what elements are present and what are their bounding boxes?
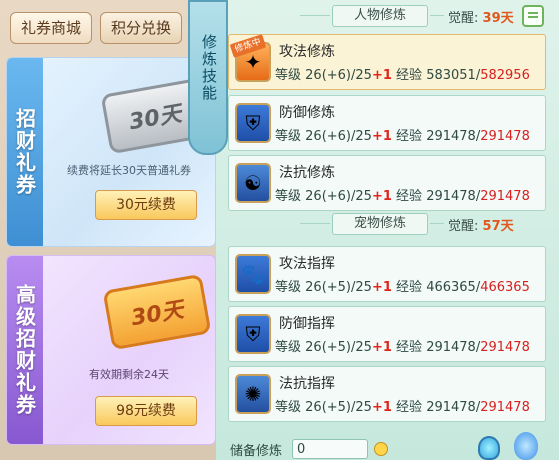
skill-stats: 等级 26(+6)/25+1 经验 583051/582956 (275, 68, 530, 83)
exp-max: 582956 (480, 68, 530, 83)
paw-claw-icon: 🐾 (235, 254, 271, 294)
skill-row[interactable]: 🐾 攻法指挥 等级 26(+5)/25+1 经验 466365/466365 (228, 246, 546, 302)
skill-row[interactable]: ⛨ 防御修炼 等级 26(+6)/25+1 经验 291478/291478 (228, 95, 546, 151)
exp-max: 291478 (480, 340, 530, 355)
exp-label: 经验 (396, 280, 423, 295)
skill-name: 防御指挥 (279, 316, 335, 332)
exp-max: 291478 (480, 400, 530, 415)
level-label: 等级 (275, 68, 302, 83)
reserve-input[interactable] (292, 439, 368, 459)
exp-max: 291478 (480, 129, 530, 144)
reserve-label: 储备修炼 (230, 444, 283, 459)
skill-name: 防御修炼 (279, 105, 335, 121)
voucher-card-basic: 招财礼券 30天 续费将延长30天普通礼券 30元续费 (6, 57, 216, 247)
section-title: 人物修炼 (332, 5, 428, 27)
awaken-value: 39天 (482, 11, 514, 26)
flame-icon[interactable] (514, 432, 538, 460)
divider (430, 15, 444, 16)
level-label: 等级 (275, 129, 302, 144)
exp-current: 291478 (426, 189, 476, 204)
shield-icon: ⛨ (235, 103, 271, 143)
exp-max: 291478 (480, 189, 530, 204)
awaken-label: 觉醒: (448, 219, 479, 234)
skill-name: 法抗指挥 (279, 376, 335, 392)
skill-row[interactable]: ☯ 法抗修炼 等级 26(+6)/25+1 经验 291478/291478 (228, 155, 546, 211)
level-value: 26(+5)/25 (305, 340, 372, 355)
awaken-status: 觉醒: 57天 (448, 215, 514, 234)
skill-name: 法抗修炼 (279, 165, 335, 181)
level-bonus: +1 (371, 340, 392, 355)
exp-current: 583051 (426, 68, 476, 83)
level-label: 等级 (275, 280, 302, 295)
level-label: 等级 (275, 340, 302, 355)
skill-name: 攻法修炼 (279, 44, 335, 60)
level-value: 26(+6)/25 (305, 189, 372, 204)
skill-stats: 等级 26(+6)/25+1 经验 291478/291478 (275, 129, 530, 144)
skill-name: 攻法指挥 (279, 256, 335, 272)
paw-magic-icon: ✺ (235, 374, 271, 414)
level-bonus: +1 (371, 129, 392, 144)
skill-stats: 等级 26(+6)/25+1 经验 291478/291478 (275, 189, 530, 204)
skill-row[interactable]: ✺ 法抗指挥 等级 26(+5)/25+1 经验 291478/291478 (228, 366, 546, 422)
awaken-label: 觉醒: (448, 11, 479, 26)
divider (300, 223, 330, 224)
paw-shield-icon: ⛨ (235, 314, 271, 354)
exp-label: 经验 (396, 189, 423, 204)
exp-label: 经验 (396, 68, 423, 83)
notebook-icon[interactable] (522, 5, 544, 27)
exp-label: 经验 (396, 129, 423, 144)
tab-points-exchange[interactable]: 积分兑换 (100, 12, 183, 44)
card-ribbon: 高级招财礼券 (7, 256, 43, 444)
card-description: 有效期剩余24天 (89, 368, 169, 381)
renew-98-button[interactable]: 98元续费 (95, 396, 197, 426)
exp-current: 291478 (426, 129, 476, 144)
voucher-card-premium: 高级招财礼券 30天 有效期剩余24天 98元续费 (6, 255, 216, 445)
level-value: 26(+6)/25 (305, 129, 372, 144)
shop-tabs: 礼券商城 积分兑换 (10, 12, 183, 44)
divider (430, 223, 444, 224)
card-ribbon: 招财礼券 (7, 58, 43, 246)
exp-current: 291478 (426, 340, 476, 355)
character-section-header: 人物修炼 觉醒: 39天 (216, 2, 559, 30)
section-title: 宠物修炼 (332, 213, 428, 235)
pet-section-header: 宠物修炼 觉醒: 57天 (216, 210, 559, 238)
potion-icon[interactable] (478, 436, 500, 460)
side-label: 修炼技能 (200, 34, 218, 102)
skill-stats: 等级 26(+5)/25+1 经验 291478/291478 (275, 340, 530, 355)
level-bonus: +1 (371, 400, 392, 415)
tab-voucher-mall[interactable]: 礼券商城 (10, 12, 93, 44)
level-bonus: +1 (371, 68, 392, 83)
ticket-icon: 30天 (102, 273, 212, 351)
exp-label: 经验 (396, 340, 423, 355)
yinyang-shield-icon: ☯ (235, 163, 271, 203)
awaken-status: 觉醒: 39天 (448, 7, 514, 26)
card-description: 续费将延长30天普通礼券 (67, 164, 191, 177)
skill-stats: 等级 26(+5)/25+1 经验 291478/291478 (275, 400, 530, 415)
level-bonus: +1 (371, 189, 392, 204)
divider (300, 15, 330, 16)
reserve-bar: 储备修炼 (216, 432, 559, 460)
level-value: 26(+5)/25 (305, 280, 372, 295)
skill-row[interactable]: ⛨ 防御指挥 等级 26(+5)/25+1 经验 291478/291478 (228, 306, 546, 362)
level-label: 等级 (275, 189, 302, 204)
skill-stats: 等级 26(+5)/25+1 经验 466365/466365 (275, 280, 530, 295)
exp-label: 经验 (396, 400, 423, 415)
renew-30-button[interactable]: 30元续费 (95, 190, 197, 220)
coin-icon[interactable] (374, 442, 388, 456)
exp-max: 466365 (480, 280, 530, 295)
level-value: 26(+6)/25 (305, 68, 372, 83)
cultivation-panel: 人物修炼 觉醒: 39天 ✦ 修炼中 攻法修炼 等级 26(+6)/25+1 经… (216, 0, 559, 460)
skill-row[interactable]: ✦ 修炼中 攻法修炼 等级 26(+6)/25+1 经验 583051/5829… (228, 34, 546, 90)
level-label: 等级 (275, 400, 302, 415)
exp-current: 466365 (426, 280, 476, 295)
exp-current: 291478 (426, 400, 476, 415)
level-bonus: +1 (371, 280, 392, 295)
awaken-value: 57天 (482, 219, 514, 234)
level-value: 26(+5)/25 (305, 400, 372, 415)
